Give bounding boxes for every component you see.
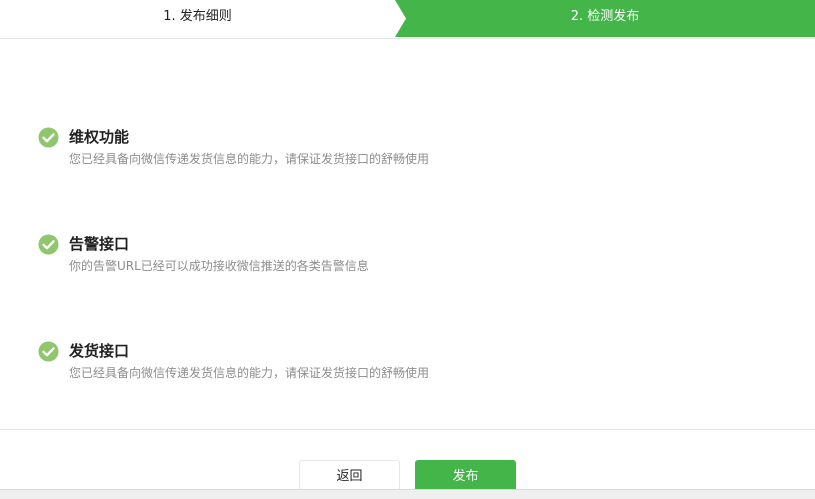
publish-button[interactable]: 发布 <box>415 460 516 492</box>
page: 1. 发布细则 2. 检测发布 维权功能 您已经具备向微信传递发货信息的能力，请… <box>0 0 815 499</box>
bottom-strip <box>0 489 815 499</box>
step-check-publish: 2. 检测发布 <box>395 0 815 37</box>
check-title: 维权功能 <box>69 128 130 146</box>
check-circle-icon <box>38 341 59 362</box>
check-circle-icon <box>38 234 59 255</box>
step-publish-rules: 1. 发布细则 <box>0 0 395 37</box>
check-desc: 您已经具备向微信传递发货信息的能力，请保证发货接口的舒畅使用 <box>69 366 430 380</box>
step-2-label: 2. 检测发布 <box>570 9 640 24</box>
back-button[interactable]: 返回 <box>299 460 400 492</box>
step-1-label: 1. 发布细则 <box>163 9 232 24</box>
step-indicator: 1. 发布细则 2. 检测发布 <box>0 0 815 39</box>
check-desc: 您已经具备向微信传递发货信息的能力，请保证发货接口的舒畅使用 <box>69 152 430 166</box>
check-title: 发货接口 <box>69 342 130 360</box>
footer-divider <box>0 429 815 430</box>
check-title: 告警接口 <box>69 235 130 253</box>
check-desc: 你的告警URL已经可以成功接收微信推送的各类告警信息 <box>69 259 369 273</box>
check-circle-icon <box>38 127 59 148</box>
